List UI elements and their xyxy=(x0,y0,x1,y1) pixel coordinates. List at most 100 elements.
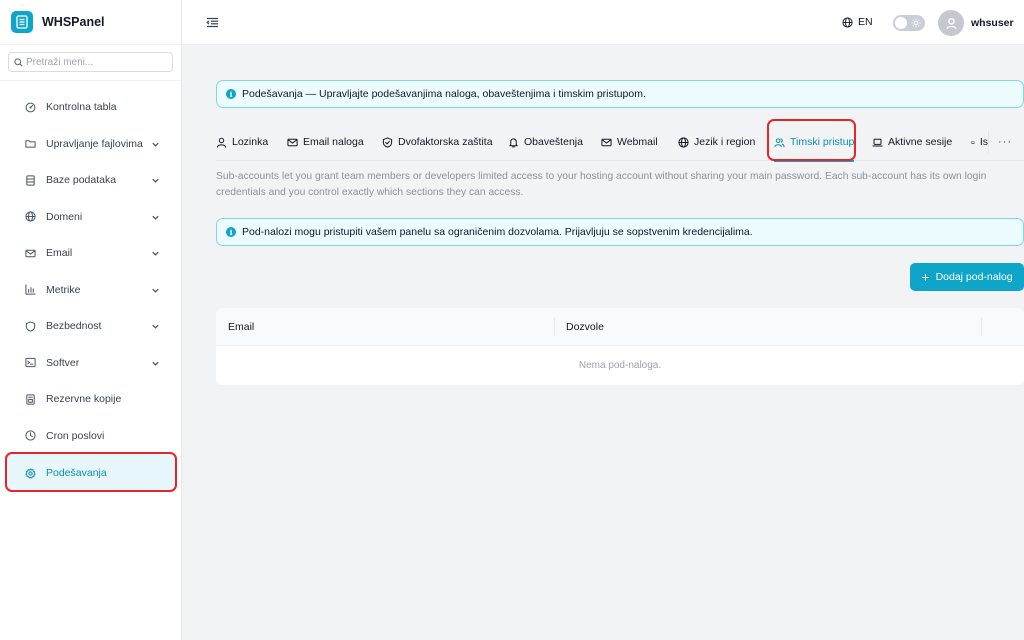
chevron-down-icon[interactable] xyxy=(151,286,160,295)
laptop-icon xyxy=(971,140,975,144)
shield-check-icon xyxy=(382,136,393,148)
bar-chart-icon xyxy=(25,284,36,295)
sidebar-item-label: Cron poslovi xyxy=(46,429,105,442)
tab-label: Aktivne sesije xyxy=(888,136,953,148)
brand[interactable]: WHSPanel xyxy=(0,0,181,45)
sidebar: WHSPanel Kontrolna tabla Upravljanje fajl… xyxy=(0,0,182,640)
tab-label: Webmail xyxy=(617,136,658,148)
user-icon xyxy=(216,137,227,148)
dashboard-icon xyxy=(25,102,36,113)
tab-dvofaktorska-za-tita[interactable]: Dvofaktorska zaštita xyxy=(382,123,493,161)
globe-icon xyxy=(842,16,853,28)
tab-label: Lozinka xyxy=(232,136,269,148)
mail-icon xyxy=(25,249,36,257)
add-subaccount-label: Dodaj pod-nalog xyxy=(935,271,1013,283)
brand-name: WHSPanel xyxy=(42,15,105,29)
sidebar-item-kontrolna-tabla[interactable]: Kontrolna tabla xyxy=(0,89,181,126)
settings-info-text: Podešavanja — Upravljajte podešavanjima … xyxy=(242,88,646,100)
tab-label: Jezik i region xyxy=(694,136,756,148)
sidebar-item-label: Metrike xyxy=(46,283,81,296)
chevron-down-icon[interactable] xyxy=(151,249,160,258)
language-label: EN xyxy=(858,16,873,28)
chevron-down-icon[interactable] xyxy=(151,140,160,149)
sidebar-item-label: Bezbednost xyxy=(46,320,102,333)
bell-icon xyxy=(509,137,518,147)
sidebar-item-bezbednost[interactable]: Bezbednost xyxy=(0,308,181,345)
subaccounts-description: Sub-accounts let you grant team members … xyxy=(216,171,987,198)
toggle-knob xyxy=(895,17,907,29)
search-box[interactable] xyxy=(8,52,173,72)
sidebar-item-metrike[interactable]: Metrike xyxy=(0,272,181,309)
chevron-down-icon[interactable] xyxy=(151,213,160,222)
sidebar-item-baze-podataka[interactable]: Baze podataka xyxy=(0,162,181,199)
settings-tabs: ··· Lozinka Email naloga Dvofaktorska zašt… xyxy=(216,123,1024,162)
terminal-icon xyxy=(25,358,36,368)
sidebar-item-email[interactable]: Email xyxy=(0,235,181,272)
subaccounts-table: Email Dozvole Nema pod-naloga. xyxy=(216,308,1024,385)
sun-icon xyxy=(911,18,921,28)
sidebar-item-label: Baze podataka xyxy=(46,174,117,187)
collapse-sidebar-icon[interactable] xyxy=(206,16,219,29)
tab-jezik-i-region[interactable]: Jezik i region xyxy=(678,123,755,161)
sidebar-item-label: Podešavanja xyxy=(46,467,107,479)
tab-label: Dvofaktorska zaštita xyxy=(398,136,493,148)
chevron-down-icon[interactable] xyxy=(151,359,160,368)
sidebar-item-cron-poslovi[interactable]: Cron poslovi xyxy=(0,418,181,455)
users-icon xyxy=(774,137,785,147)
clock-icon xyxy=(25,430,36,441)
sidebar-item-label: Softver xyxy=(46,356,80,369)
laptop-icon xyxy=(872,138,883,146)
globe-icon xyxy=(678,136,689,148)
plus-icon: + xyxy=(921,269,930,285)
tab-lozinka[interactable]: Lozinka xyxy=(216,123,268,161)
search-icon xyxy=(14,57,23,67)
backup-icon xyxy=(26,394,35,405)
sidebar-item-label: Kontrolna tabla xyxy=(46,101,117,114)
sidebar-item-domeni[interactable]: Domeni xyxy=(0,199,181,236)
sidebar-item-label: Domeni xyxy=(46,210,83,223)
table-empty-state: Nema pod-naloga. xyxy=(578,360,662,371)
topbar: EN whsuser xyxy=(182,0,1024,45)
info-icon: i xyxy=(226,227,236,237)
tab-email-naloga[interactable]: Email naloga xyxy=(287,123,364,161)
sidebar-item-softver[interactable]: Softver xyxy=(0,345,181,382)
avatar[interactable] xyxy=(938,10,964,36)
sidebar-item-upravljanje-fajlovima[interactable]: Upravljanje fajlovima xyxy=(0,126,181,163)
tab-webmail[interactable]: Webmail xyxy=(601,123,658,161)
username[interactable]: whsuser xyxy=(971,17,1014,29)
tab-is[interactable]: Is xyxy=(971,123,988,161)
add-subaccount-button[interactable]: + Dodaj pod-nalog xyxy=(910,263,1024,291)
tab-label: Email naloga xyxy=(303,136,364,148)
subaccounts-info-text: Pod-nalozi mogu pristupiti vašem panelu … xyxy=(242,226,753,238)
tab-label: Timski pristup xyxy=(790,136,855,148)
tab-aktivne-sesije[interactable]: Aktivne sesije xyxy=(872,123,952,161)
info-icon: i xyxy=(226,89,236,99)
sidebar-item-pode-avanja[interactable]: Podešavanja xyxy=(5,454,176,492)
subaccounts-info-banner: i Pod-nalozi mogu pristupiti vašem panel… xyxy=(216,218,1024,246)
search-input[interactable] xyxy=(26,56,166,68)
tab-label: Is xyxy=(979,136,988,148)
mail-icon xyxy=(601,138,612,146)
language-switcher[interactable]: EN xyxy=(842,16,873,28)
sidebar-item-label: Email xyxy=(46,247,73,260)
table-header: Email Dozvole xyxy=(216,308,1024,346)
theme-toggle[interactable] xyxy=(893,15,925,31)
column-header-permissions[interactable]: Dozvole xyxy=(566,321,604,333)
user-avatar-icon xyxy=(945,17,957,29)
globe-icon xyxy=(25,211,36,222)
gear-icon xyxy=(25,467,36,478)
sidebar-item-rezervne-kopije[interactable]: Rezervne kopije xyxy=(0,381,181,418)
chevron-down-icon[interactable] xyxy=(151,322,160,331)
tabs-more-button[interactable]: ··· xyxy=(998,136,1012,148)
tab-separator xyxy=(988,131,989,153)
tab-obave-tenja[interactable]: Obaveštenja xyxy=(508,123,583,161)
database-icon xyxy=(26,175,35,186)
mail-icon xyxy=(287,138,298,146)
tab-timski-pristup[interactable]: Timski pristup xyxy=(774,123,855,162)
column-header-email[interactable]: Email xyxy=(228,321,254,333)
tab-label: Obaveštenja xyxy=(524,136,583,148)
shield-icon xyxy=(25,321,36,332)
chevron-down-icon[interactable] xyxy=(151,176,160,185)
column-separator xyxy=(981,318,982,336)
menu-search xyxy=(0,45,181,81)
